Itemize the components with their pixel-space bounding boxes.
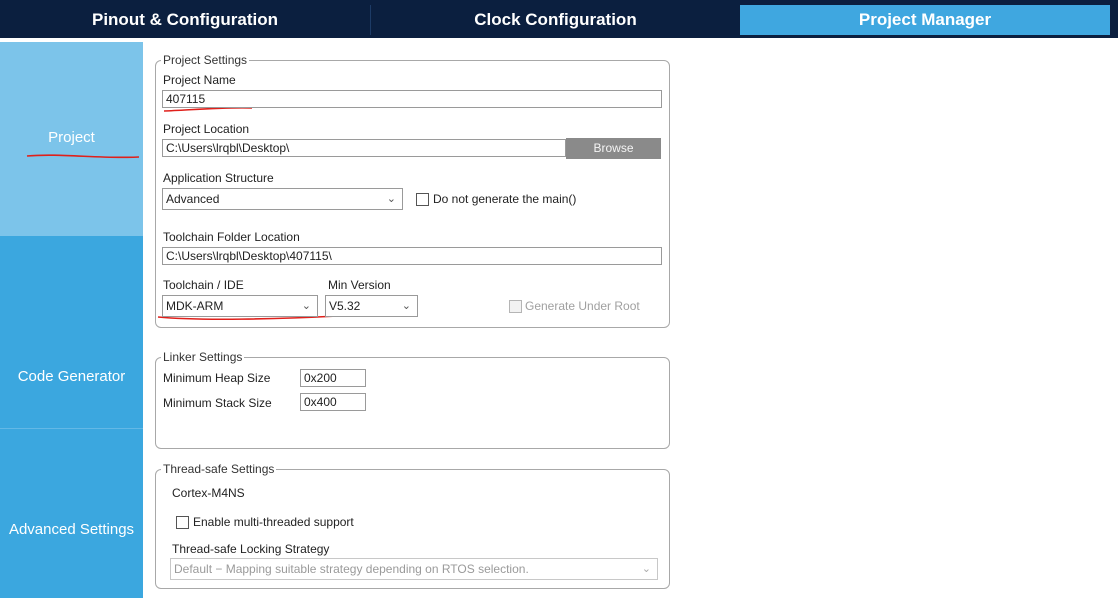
project-location-input[interactable]: C:\Users\lrqbl\Desktop\ — [162, 139, 566, 157]
linker-settings-title: Linker Settings — [161, 350, 245, 364]
project-settings-title: Project Settings — [161, 53, 250, 67]
generate-under-root-label: Generate Under Root — [525, 299, 640, 313]
toolchain-ide-select[interactable]: MDK-ARM ⌄ — [162, 295, 318, 317]
locking-strategy-label: Thread-safe Locking Strategy — [172, 542, 330, 556]
min-version-label: Min Version — [328, 278, 391, 292]
enable-multithread-label: Enable multi-threaded support — [193, 515, 354, 529]
toolchain-folder-input[interactable]: C:\Users\lrqbl\Desktop\407115\ — [162, 247, 662, 265]
project-name-label: Project Name — [163, 73, 236, 87]
toolchain-ide-value: MDK-ARM — [166, 299, 224, 313]
locking-strategy-value: Default − Mapping suitable strategy depe… — [174, 562, 529, 576]
do-not-generate-main-label: Do not generate the main() — [433, 192, 577, 206]
toolchain-ide-label: Toolchain / IDE — [163, 278, 244, 292]
chevron-down-icon: ⌄ — [301, 300, 311, 312]
generate-under-root-checkbox[interactable] — [509, 300, 522, 313]
browse-button[interactable]: Browse — [566, 138, 661, 159]
application-structure-label: Application Structure — [163, 171, 274, 185]
minimum-stack-size-label: Minimum Stack Size — [163, 396, 272, 410]
enable-multithread-checkbox[interactable] — [176, 516, 189, 529]
project-name-input[interactable]: 407115 — [162, 90, 662, 108]
project-location-label: Project Location — [163, 122, 250, 136]
minimum-stack-size-input[interactable]: 0x400 — [300, 393, 366, 411]
application-structure-select[interactable]: Advanced ⌄ — [162, 188, 403, 210]
chevron-down-icon: ⌄ — [641, 563, 651, 575]
min-version-select[interactable]: V5.32 ⌄ — [325, 295, 418, 317]
do-not-generate-main-checkbox[interactable] — [416, 193, 429, 206]
toolchain-folder-label: Toolchain Folder Location — [163, 230, 300, 244]
minimum-heap-size-label: Minimum Heap Size — [163, 371, 271, 385]
chevron-down-icon: ⌄ — [401, 300, 411, 312]
chevron-down-icon: ⌄ — [386, 193, 396, 205]
min-version-value: V5.32 — [329, 299, 361, 313]
core-label: Cortex-M4NS — [172, 486, 245, 500]
application-structure-value: Advanced — [166, 192, 220, 206]
thread-safe-settings-title: Thread-safe Settings — [161, 462, 277, 476]
locking-strategy-select[interactable]: Default − Mapping suitable strategy depe… — [170, 558, 658, 580]
minimum-heap-size-input[interactable]: 0x200 — [300, 369, 366, 387]
